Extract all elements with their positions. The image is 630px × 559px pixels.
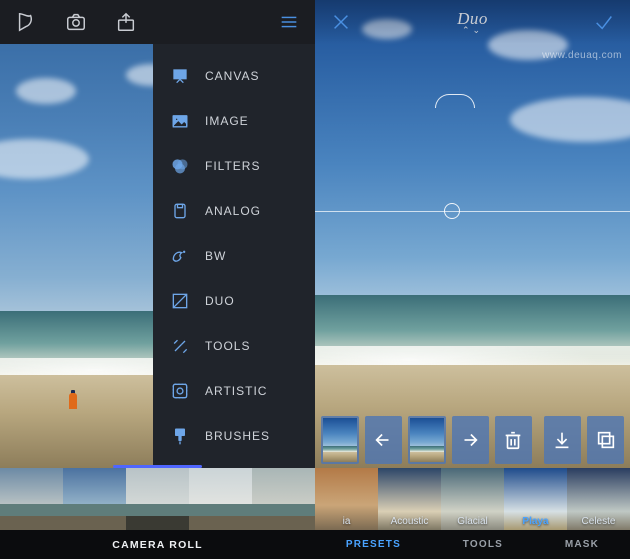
tab-mask[interactable]: MASK <box>565 539 599 550</box>
menu-item-analog[interactable]: ANALOG <box>153 189 315 234</box>
page-title: Duo <box>315 9 630 29</box>
preset-label: ia <box>343 516 351 530</box>
thumbnail[interactable] <box>63 468 126 530</box>
duo-icon <box>169 290 191 312</box>
menu-label: FILTERS <box>205 159 260 173</box>
right-canvas[interactable] <box>315 0 630 468</box>
menu-label: ARTISTIC <box>205 384 267 398</box>
menu-label: DUO <box>205 294 235 308</box>
artistic-icon <box>169 380 191 402</box>
left-pane: CANVAS IMAGE FILTERS ANALOG BW DUO <box>0 0 315 559</box>
menu-item-brushes[interactable]: BRUSHES <box>153 413 315 458</box>
watermark: www.deuaq.com <box>542 50 622 61</box>
history-thumb-2[interactable] <box>408 416 446 464</box>
gradient-center-handle[interactable] <box>444 203 460 219</box>
filters-icon <box>169 155 191 177</box>
image-icon <box>169 110 191 132</box>
logo-icon[interactable] <box>14 10 38 34</box>
tools-icon <box>169 335 191 357</box>
preset-label: Playa <box>522 516 548 530</box>
tool-category-menu: CANVAS IMAGE FILTERS ANALOG BW DUO <box>153 44 315 468</box>
camera-icon[interactable] <box>64 10 88 34</box>
camera-roll-label: CAMERA ROLL <box>112 539 202 551</box>
tab-presets[interactable]: PRESETS <box>346 539 401 550</box>
menu-label: BRUSHES <box>205 429 270 443</box>
close-icon[interactable] <box>329 10 353 34</box>
menu-item-artistic[interactable]: ARTISTIC <box>153 368 315 413</box>
preset-label: Glacial <box>457 516 488 530</box>
thumbnail[interactable] <box>252 468 315 530</box>
delete-button[interactable] <box>495 416 532 464</box>
menu-label: TOOLS <box>205 339 250 353</box>
preset-item[interactable]: Celeste <box>567 468 630 530</box>
preset-item-selected[interactable]: Playa <box>504 468 567 530</box>
right-bottom-tabs: PRESETS TOOLS MASK <box>315 530 630 559</box>
app-root: CANVAS IMAGE FILTERS ANALOG BW DUO <box>0 0 630 559</box>
share-icon[interactable] <box>114 10 138 34</box>
menu-item-duo[interactable]: DUO <box>153 278 315 323</box>
analog-icon <box>169 200 191 222</box>
preset-item[interactable]: ia <box>315 468 378 530</box>
download-button[interactable] <box>544 416 581 464</box>
menu-label: CANVAS <box>205 69 259 83</box>
duplicate-button[interactable] <box>587 416 624 464</box>
preset-label: Acoustic <box>391 516 429 530</box>
menu-item-tools[interactable]: TOOLS <box>153 323 315 368</box>
gradient-top-handle[interactable] <box>435 94 475 108</box>
menu-item-bw[interactable]: BW <box>153 234 315 279</box>
undo-button[interactable] <box>365 416 402 464</box>
tab-tools[interactable]: TOOLS <box>463 539 503 550</box>
menu-label: ANALOG <box>205 204 261 218</box>
menu-item-image[interactable]: IMAGE <box>153 99 315 144</box>
history-thumb-1[interactable] <box>321 416 359 464</box>
right-topbar: Duo ⌃⌄ <box>315 0 630 44</box>
thumbnail[interactable] <box>189 468 252 530</box>
menu-label: BW <box>205 249 226 263</box>
left-bottom-bar[interactable]: CAMERA ROLL <box>0 530 315 559</box>
menu-item-canvas[interactable]: CANVAS <box>153 54 315 99</box>
preset-item[interactable]: Acoustic <box>378 468 441 530</box>
preset-strip[interactable]: ia Acoustic Glacial Playa Celeste <box>315 468 630 530</box>
camera-roll-strip[interactable] <box>0 468 315 530</box>
preset-label: Celeste <box>582 516 616 530</box>
gradient-guide-line[interactable] <box>315 211 630 212</box>
history-action-row <box>321 416 624 464</box>
preset-item[interactable]: Glacial <box>441 468 504 530</box>
title-expand-icon: ⌃⌄ <box>315 25 630 36</box>
redo-button[interactable] <box>452 416 489 464</box>
bw-icon <box>169 245 191 267</box>
confirm-icon[interactable] <box>592 10 616 34</box>
thumbnail[interactable] <box>126 468 189 530</box>
menu-icon[interactable] <box>277 10 301 34</box>
thumbnail[interactable] <box>0 468 63 530</box>
right-pane: Duo ⌃⌄ www.deuaq.com ia Acoustic Glacial… <box>315 0 630 559</box>
menu-label: IMAGE <box>205 114 249 128</box>
brushes-icon <box>169 425 191 447</box>
menu-item-filters[interactable]: FILTERS <box>153 144 315 189</box>
canvas-icon <box>169 65 191 87</box>
left-topbar <box>0 0 315 44</box>
